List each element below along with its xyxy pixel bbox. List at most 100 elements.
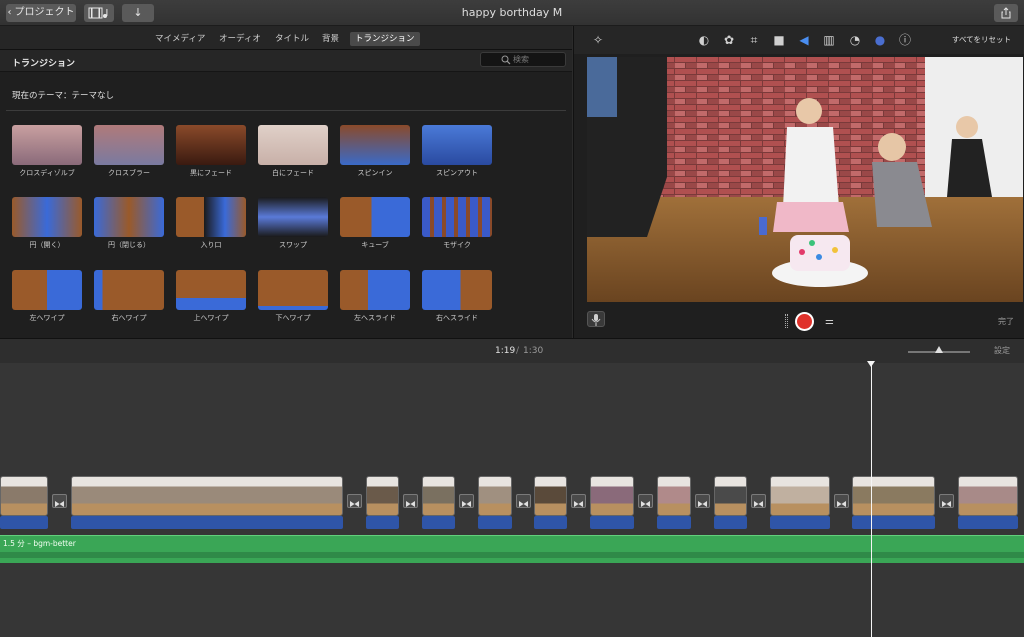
transition-thumbnail[interactable] (340, 125, 410, 165)
search-icon (501, 55, 511, 65)
info-icon[interactable]: ⓘ (898, 33, 912, 47)
voiceover-button[interactable] (587, 311, 605, 327)
clip-audio-bar (714, 516, 747, 529)
speed-icon[interactable]: ◔ (848, 33, 862, 47)
transition-marker-icon[interactable] (403, 494, 418, 508)
playhead[interactable] (871, 361, 872, 637)
transition-thumbnail[interactable] (258, 125, 328, 165)
transition-thumbnail[interactable] (422, 270, 492, 310)
color-correction-icon[interactable]: ✿ (722, 33, 736, 47)
transition-marker-icon[interactable] (459, 494, 474, 508)
tab-titles[interactable]: タイトル (270, 32, 314, 46)
transition-thumbnail[interactable] (94, 270, 164, 310)
transition-marker-icon[interactable] (638, 494, 653, 508)
transition-thumbnail[interactable] (340, 270, 410, 310)
browser-tabs: マイメディア オーディオ タイトル 背景 トランジション (0, 26, 572, 50)
clip-audio-bar (852, 516, 935, 529)
transition-thumbnail[interactable] (12, 270, 82, 310)
done-button[interactable]: 完了 (998, 316, 1014, 327)
clip-audio-bar (770, 516, 830, 529)
transition-thumbnail[interactable] (176, 197, 246, 237)
video-clip[interactable] (958, 476, 1018, 516)
clip-audio-bar (0, 516, 48, 529)
clip-audio-bar (590, 516, 634, 529)
transition-label: 下へワイプ (275, 314, 311, 322)
transition-thumbnail[interactable] (258, 197, 328, 237)
magic-wand-icon[interactable]: ✧ (591, 33, 605, 47)
crop-icon[interactable]: ⌗ (747, 33, 761, 47)
transition-thumbnail[interactable] (94, 125, 164, 165)
section-header: トランジション 検索 (0, 50, 572, 72)
video-clip[interactable] (0, 476, 48, 516)
record-button[interactable] (795, 312, 814, 331)
transition-thumbnail[interactable] (12, 125, 82, 165)
transition-marker-icon[interactable] (695, 494, 710, 508)
transition-marker-icon[interactable] (52, 494, 67, 508)
transition-marker-icon[interactable] (515, 494, 531, 508)
video-clip[interactable] (71, 476, 343, 516)
clip-audio-bar (534, 516, 567, 529)
tab-transitions[interactable]: トランジション (350, 32, 420, 46)
clip-audio-bar (422, 516, 455, 529)
transition-thumbnail[interactable] (176, 270, 246, 310)
transition-thumbnail[interactable] (12, 197, 82, 237)
transition-browser: マイメディア オーディオ タイトル 背景 トランジション トランジション 検索 … (0, 26, 572, 338)
color-balance-icon[interactable]: ◐ (697, 33, 711, 47)
transition-marker-icon[interactable] (347, 494, 362, 508)
volume-icon[interactable]: ◀ (797, 33, 811, 47)
video-clip[interactable] (366, 476, 399, 516)
transition-thumbnail[interactable] (258, 270, 328, 310)
transition-marker-icon[interactable] (571, 494, 586, 508)
tab-audio[interactable]: オーディオ (214, 32, 266, 46)
transition-thumbnail[interactable] (176, 125, 246, 165)
video-frame-image (587, 57, 1023, 302)
transition-thumbnail[interactable] (94, 197, 164, 237)
transition-label: スピンイン (357, 169, 393, 177)
tab-my-media[interactable]: マイメディア (150, 32, 210, 46)
video-clip[interactable] (714, 476, 747, 516)
transition-label: 右へスライド (436, 314, 478, 322)
transition-marker-icon[interactable] (833, 494, 849, 508)
reset-all-button[interactable]: すべてをリセット (952, 34, 1011, 45)
video-clip[interactable] (657, 476, 691, 516)
transition-label: 左へスライド (354, 314, 396, 322)
transition-thumbnail[interactable] (422, 125, 492, 165)
transition-marker-icon[interactable] (751, 494, 766, 508)
transition-label: スピンアウト (436, 169, 478, 177)
transition-thumbnail[interactable] (422, 197, 492, 237)
record-icon (797, 314, 812, 329)
video-clip[interactable] (770, 476, 830, 516)
drag-handle-icon[interactable] (785, 314, 788, 328)
video-clip[interactable] (478, 476, 512, 516)
clip-audio-bar (657, 516, 691, 529)
transition-label: 入り口 (200, 241, 222, 249)
current-theme-label: 現在のテーマ：テーマなし (12, 91, 115, 101)
voiceover-settings-icon[interactable]: ⚌ (825, 316, 834, 327)
video-preview[interactable] (587, 57, 1023, 302)
transition-label: 上へワイプ (193, 314, 229, 322)
playhead-handle[interactable] (867, 361, 875, 367)
video-clip[interactable] (590, 476, 634, 516)
transition-thumbnail[interactable] (340, 197, 410, 237)
equalizer-icon[interactable]: ▥ (822, 33, 836, 47)
tab-backgrounds[interactable]: 背景 (317, 32, 344, 46)
timeline: 1:19 / 1:30 設定 1.5 分 – bgm-better (0, 338, 1024, 637)
viewer-toolbar: ✧ ◐ ✿ ⌗ ■ ◀ ▥ ◔ ● ⓘ すべてをリセット (574, 26, 1024, 54)
imovie-window: ‹ プロジェクト ↓ happy borthday M マイメディア オーディオ… (0, 0, 1024, 637)
video-clip[interactable] (852, 476, 935, 516)
transition-label: スワップ (279, 241, 307, 249)
window-title: happy borthday M (461, 6, 563, 19)
timeline-settings-button[interactable]: 設定 (994, 345, 1010, 356)
video-clip[interactable] (534, 476, 567, 516)
filter-icon[interactable]: ● (873, 33, 887, 47)
transition-marker-icon[interactable] (939, 494, 954, 508)
transition-label: クロスディゾルブ (19, 169, 75, 177)
current-time: 1:19 (495, 346, 516, 356)
stabilization-icon[interactable]: ■ (772, 33, 786, 47)
video-clip[interactable] (422, 476, 455, 516)
share-button[interactable] (994, 4, 1018, 22)
zoom-slider-knob[interactable] (935, 346, 943, 353)
clip-audio-bar (478, 516, 512, 529)
title-bar: ‹ プロジェクト ↓ happy borthday M (0, 0, 1024, 26)
search-field[interactable]: 検索 (480, 52, 566, 67)
